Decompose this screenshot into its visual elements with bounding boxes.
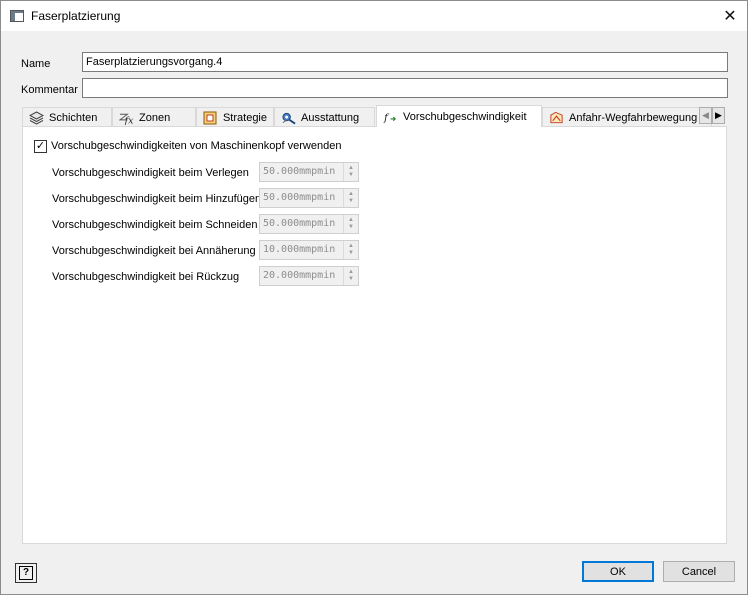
spinner-arrows-icon[interactable]: ▲ ▼ xyxy=(343,215,358,233)
name-label: Name xyxy=(21,58,51,70)
cancel-button[interactable]: Cancel xyxy=(663,561,735,582)
svg-text:f: f xyxy=(383,112,390,124)
spinner-arrows-icon[interactable]: ▲ ▼ xyxy=(343,241,358,259)
window-title: Faserplatzierung xyxy=(31,9,121,23)
ok-button[interactable]: OK xyxy=(582,561,654,582)
tab-zonen-label: Zonen xyxy=(139,112,171,124)
feedrate-laying-spinbox[interactable]: 50.000mmpmin ▲ ▼ xyxy=(259,162,359,182)
comment-label: Kommentar xyxy=(21,84,78,96)
close-button[interactable]: ✕ xyxy=(713,1,747,31)
help-icon: ? xyxy=(19,566,33,580)
tab-ausstattung-label: Ausstattung xyxy=(301,112,360,124)
tab-vorschubgeschwindigkeit-label: Vorschubgeschwindigkeit xyxy=(403,111,527,123)
tab-schichten-label: Schichten xyxy=(49,112,98,124)
svg-text:fx: fx xyxy=(124,116,134,125)
use-machine-head-checkbox[interactable]: ✓ xyxy=(34,140,47,153)
tab-panel-vorschubgeschwindigkeit: ✓ Vorschubgeschwindigkeiten von Maschine… xyxy=(22,126,727,544)
feedrate-approach-value: 10.000mmpmin xyxy=(263,244,336,255)
feedrate-cutting-spinbox[interactable]: 50.000mmpmin ▲ ▼ xyxy=(259,214,359,234)
feedrate-laying-label: Vorschubgeschwindigkeit beim Verlegen xyxy=(52,167,249,179)
use-machine-head-label[interactable]: Vorschubgeschwindigkeiten von Maschinenk… xyxy=(51,140,341,152)
dialog-window: Faserplatzierung ✕ Name Faserplatzierung… xyxy=(0,0,748,595)
chevron-left-icon: ◀ xyxy=(702,110,709,120)
feedrate-retract-label: Vorschubgeschwindigkeit bei Rückzug xyxy=(52,271,240,283)
tab-scroll-right-button[interactable]: ▶ xyxy=(712,107,725,124)
feedrate-approach-spinbox[interactable]: 10.000mmpmin ▲ ▼ xyxy=(259,240,359,260)
window-icon xyxy=(10,10,24,22)
tab-scroll-left-button[interactable]: ◀ xyxy=(699,107,712,124)
feedrate-cutting-value: 50.000mmpmin xyxy=(263,218,336,229)
feedrate-retract-value: 20.000mmpmin xyxy=(263,270,336,281)
title-bar[interactable]: Faserplatzierung ✕ xyxy=(1,1,747,31)
feedrate-fx-icon: f xyxy=(383,110,398,124)
tab-anfahr-wegfahrbewegung-label: Anfahr-Wegfahrbewegung xyxy=(569,112,698,124)
feedrate-adding-value: 50.000mmpmin xyxy=(263,192,336,203)
spinner-arrows-icon[interactable]: ▲ ▼ xyxy=(343,163,358,181)
help-button[interactable]: ? xyxy=(15,563,37,583)
strategy-icon xyxy=(203,111,218,125)
tab-schichten[interactable]: Schichten xyxy=(22,107,112,127)
tab-ausstattung[interactable]: Ausstattung xyxy=(274,107,375,127)
zones-fx-icon: fx xyxy=(119,111,134,125)
tab-anfahr-wegfahrbewegung[interactable]: Anfahr-Wegfahrbewegung xyxy=(542,107,712,127)
name-input[interactable]: Faserplatzierungsvorgang.4 xyxy=(82,52,728,72)
tab-strategie-label: Strategie xyxy=(222,112,267,124)
checkmark-icon: ✓ xyxy=(35,140,46,152)
feedrate-laying-value: 50.000mmpmin xyxy=(263,166,336,177)
spinner-arrows-icon[interactable]: ▲ ▼ xyxy=(343,189,358,207)
feedrate-adding-spinbox[interactable]: 50.000mmpmin ▲ ▼ xyxy=(259,188,359,208)
tab-bar: Schichten fx Zonen Strategie Ausstattung… xyxy=(22,105,727,127)
tab-vorschubgeschwindigkeit[interactable]: f Vorschubgeschwindigkeit xyxy=(376,105,542,127)
feedrate-cutting-label: Vorschubgeschwindigkeit beim Schneiden xyxy=(52,219,258,231)
spinner-arrows-icon[interactable]: ▲ ▼ xyxy=(343,267,358,285)
approach-retract-icon xyxy=(549,111,564,125)
comment-input[interactable] xyxy=(82,78,728,98)
layers-icon xyxy=(29,111,44,125)
equipment-icon xyxy=(281,111,296,125)
feedrate-adding-label: Vorschubgeschwindigkeit beim Hinzufügen xyxy=(52,193,262,205)
feedrate-retract-spinbox[interactable]: 20.000mmpmin ▲ ▼ xyxy=(259,266,359,286)
chevron-right-icon: ▶ xyxy=(715,110,722,120)
feedrate-approach-label: Vorschubgeschwindigkeit bei Annäherung xyxy=(52,245,256,257)
tab-strategie[interactable]: Strategie xyxy=(196,107,274,127)
tab-zonen[interactable]: fx Zonen xyxy=(112,107,196,127)
